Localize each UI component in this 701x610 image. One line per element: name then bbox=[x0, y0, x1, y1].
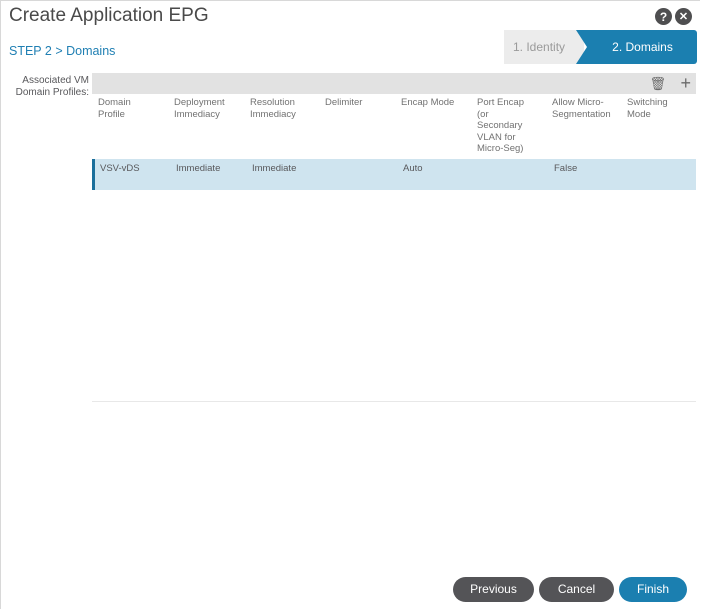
column-header-domain-profile[interactable]: Domain Profile bbox=[98, 97, 158, 120]
cell-domain-profile: VSV-vDS bbox=[100, 163, 140, 174]
table-row[interactable]: VSV-vDS Immediate Immediate Auto False bbox=[92, 159, 696, 190]
trash-icon[interactable]: 🗑 bbox=[649, 74, 666, 93]
cell-deployment-immediacy: Immediate bbox=[176, 163, 221, 174]
cell-encap-mode: Auto bbox=[403, 163, 423, 174]
column-header-delimiter[interactable]: Delimiter bbox=[325, 97, 385, 109]
close-icon[interactable]: ✕ bbox=[675, 8, 692, 25]
column-header-allow-micro-segmentation[interactable]: Allow Micro-Segmentation bbox=[552, 97, 620, 120]
header-icons: ? ✕ bbox=[655, 8, 692, 25]
vm-domain-profiles-label: Associated VM Domain Profiles: bbox=[15, 75, 89, 98]
wizard-step-identity[interactable]: 1. Identity bbox=[504, 30, 584, 64]
column-header-port-encap[interactable]: Port Encap (or Secondary VLAN for Micro-… bbox=[477, 97, 535, 155]
dialog: Create Application EPG STEP 2 > Domains … bbox=[0, 0, 700, 609]
wizard-steps: 1. Identity 2. Domains bbox=[504, 30, 697, 64]
table-bottom-divider bbox=[92, 401, 696, 402]
dialog-title: Create Application EPG bbox=[9, 5, 209, 26]
step-breadcrumb: STEP 2 > Domains bbox=[9, 44, 116, 58]
column-header-switching-mode[interactable]: Switching Mode bbox=[627, 97, 687, 120]
cell-resolution-immediacy: Immediate bbox=[252, 163, 297, 174]
plus-icon[interactable]: + bbox=[680, 74, 691, 93]
table-header: Domain Profile Deployment Immediacy Reso… bbox=[92, 97, 696, 157]
column-header-encap-mode[interactable]: Encap Mode bbox=[401, 97, 466, 109]
table-toolbar: 🗑 + bbox=[92, 73, 696, 94]
previous-button[interactable]: Previous bbox=[453, 577, 534, 602]
help-icon[interactable]: ? bbox=[655, 8, 672, 25]
wizard-step-domains[interactable]: 2. Domains bbox=[576, 30, 697, 64]
finish-button[interactable]: Finish bbox=[619, 577, 687, 602]
column-header-deployment-immediacy[interactable]: Deployment Immediacy bbox=[174, 97, 239, 120]
cancel-button[interactable]: Cancel bbox=[539, 577, 614, 602]
column-header-resolution-immediacy[interactable]: Resolution Immediacy bbox=[250, 97, 310, 120]
cell-allow-micro-segmentation: False bbox=[554, 163, 578, 174]
